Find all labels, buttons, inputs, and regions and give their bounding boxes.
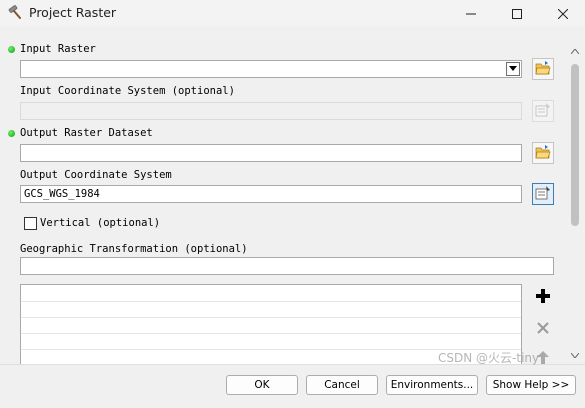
environments-button[interactable]: Environments...	[386, 375, 478, 395]
output-raster-label: Output Raster Dataset	[20, 127, 153, 139]
output-coordinate-value: GCS_WGS_1984	[24, 188, 100, 200]
ok-button[interactable]: OK	[226, 375, 298, 395]
plus-icon	[536, 288, 550, 307]
output-raster-browse-button[interactable]	[532, 142, 554, 164]
list-row-divider	[21, 301, 521, 302]
scroll-up-icon[interactable]	[567, 44, 583, 58]
required-indicator-icon	[8, 46, 15, 53]
scroll-thumb[interactable]	[571, 64, 579, 226]
input-coordinate-field[interactable]	[20, 102, 522, 120]
scroll-down-icon[interactable]	[567, 348, 583, 362]
input-coordinate-label: Input Coordinate System (optional)	[20, 85, 235, 97]
input-raster-label: Input Raster	[20, 43, 96, 55]
vertical-checkbox[interactable]	[24, 217, 37, 230]
output-coordinate-label: Output Coordinate System	[20, 169, 172, 181]
properties-icon	[535, 185, 551, 204]
output-coordinate-properties-button[interactable]	[532, 183, 554, 205]
maximize-button[interactable]	[494, 0, 540, 26]
dialog-footer: OK Cancel Environments... Show Help >>	[0, 364, 585, 408]
vertical-scrollbar[interactable]	[567, 42, 583, 364]
input-coordinate-properties-button[interactable]	[532, 100, 554, 122]
required-indicator-icon	[8, 130, 15, 137]
hammer-icon	[7, 4, 23, 20]
list-row-divider	[21, 317, 521, 318]
maximize-icon	[512, 4, 522, 23]
window-title: Project Raster	[29, 5, 117, 20]
delete-x-icon	[537, 319, 549, 338]
dialog-body: Input Raster Input Coordinate System (op…	[0, 26, 585, 408]
close-button[interactable]	[540, 0, 585, 26]
remove-row-button[interactable]	[532, 317, 554, 339]
add-row-button[interactable]	[532, 286, 554, 308]
title-bar: Project Raster	[0, 0, 585, 26]
minimize-icon	[466, 4, 476, 23]
open-folder-icon	[535, 144, 551, 163]
minimize-button[interactable]	[448, 0, 494, 26]
output-coordinate-field[interactable]: GCS_WGS_1984	[20, 185, 522, 203]
geographic-transformation-field[interactable]	[20, 257, 554, 275]
open-folder-icon	[535, 60, 551, 79]
close-icon	[557, 4, 569, 23]
vertical-label: Vertical (optional)	[40, 217, 161, 229]
show-help-button[interactable]: Show Help >>	[486, 375, 576, 395]
output-raster-field[interactable]	[20, 144, 522, 162]
cancel-button[interactable]: Cancel	[306, 375, 378, 395]
list-row-divider	[21, 333, 521, 334]
input-raster-combobox[interactable]	[20, 60, 522, 78]
dropdown-arrow-icon[interactable]	[506, 62, 520, 76]
list-row-divider	[21, 349, 521, 350]
geographic-transformation-label: Geographic Transformation (optional)	[20, 243, 248, 255]
properties-icon	[535, 102, 551, 121]
input-raster-browse-button[interactable]	[532, 58, 554, 80]
